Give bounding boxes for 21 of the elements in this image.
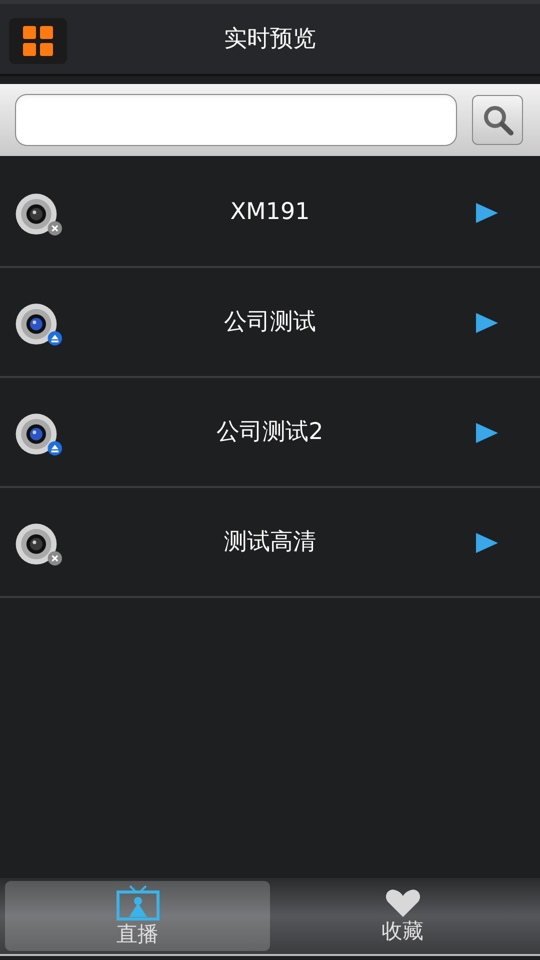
search-button[interactable] bbox=[472, 95, 523, 145]
play-icon[interactable] bbox=[475, 202, 499, 224]
menu-button[interactable] bbox=[9, 18, 67, 64]
screen-title: 实时预览 bbox=[224, 24, 316, 54]
grid-icon bbox=[22, 25, 54, 57]
play-icon[interactable] bbox=[475, 422, 499, 444]
device-name: 公司测试 bbox=[224, 308, 316, 337]
play-icon[interactable] bbox=[475, 532, 499, 554]
tab[interactable]: 直播 bbox=[5, 881, 270, 951]
tab[interactable]: 收藏 bbox=[270, 881, 535, 951]
search-field[interactable] bbox=[15, 94, 457, 146]
play-icon[interactable] bbox=[475, 312, 499, 334]
device-name: XM191 bbox=[230, 198, 310, 227]
device-row[interactable]: 公司测试 bbox=[0, 268, 540, 378]
device-row[interactable]: 测试高清 bbox=[0, 488, 540, 598]
tv-icon bbox=[116, 884, 160, 921]
device-row[interactable]: XM191 bbox=[0, 158, 540, 268]
device-name: 测试高清 bbox=[224, 528, 316, 557]
heart-icon bbox=[384, 888, 420, 918]
device-name: 公司测试2 bbox=[216, 418, 324, 447]
device-row[interactable]: 公司测试2 bbox=[0, 378, 540, 488]
